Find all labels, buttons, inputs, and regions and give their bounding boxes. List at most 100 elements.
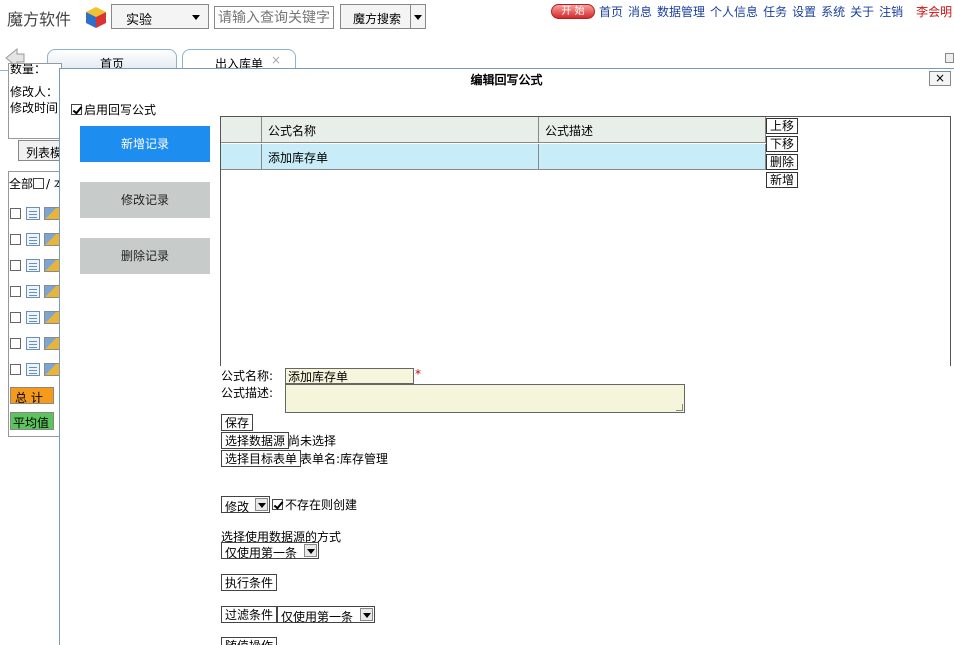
- select-target-form-button[interactable]: 选择目标表单: [221, 450, 302, 467]
- edit-record-button[interactable]: 修改记录: [80, 182, 210, 218]
- list-item: [10, 363, 62, 377]
- column-header-name: 公式名称: [261, 117, 538, 143]
- detail-icon[interactable]: [26, 259, 40, 272]
- select-all-checkbox[interactable]: [33, 178, 45, 189]
- table-row[interactable]: 添加库存单: [221, 144, 766, 170]
- list-item: [10, 207, 62, 221]
- nav-profile-link[interactable]: 个人信息: [710, 5, 758, 19]
- filter-usage-value: 仅使用第一条: [281, 610, 354, 624]
- resize-grip-icon[interactable]: [676, 404, 683, 411]
- app-logo-text: 魔方软件: [7, 10, 72, 29]
- detail-icon[interactable]: [26, 337, 40, 350]
- detail-icon[interactable]: [26, 207, 40, 220]
- enable-formula-checkbox[interactable]: [71, 104, 82, 115]
- nav-logout-link[interactable]: 注销: [879, 5, 903, 19]
- chevron-down-icon: [192, 15, 200, 20]
- edit-icon[interactable]: [44, 259, 60, 272]
- nav-data-management-link[interactable]: 数据管理: [657, 5, 705, 19]
- move-down-button[interactable]: 下移: [766, 136, 798, 152]
- edit-icon[interactable]: [44, 233, 60, 246]
- operation-mode-value: 修改: [225, 500, 250, 514]
- start-button[interactable]: 开 始: [551, 4, 595, 19]
- follow-operation-button[interactable]: 随值操作: [221, 637, 278, 645]
- chevron-down-icon: [414, 15, 422, 20]
- delete-record-button[interactable]: 删除记录: [80, 238, 210, 274]
- record-info-box: 数量： 修改人： 修改时间: [8, 63, 62, 139]
- usage-mode-select[interactable]: 仅使用第一条: [221, 542, 319, 560]
- move-up-button[interactable]: 上移: [766, 118, 798, 134]
- detail-icon[interactable]: [26, 233, 40, 246]
- enable-formula-label: 启用回写公式: [84, 103, 157, 117]
- list-item: [10, 259, 62, 273]
- chevron-down-icon: [304, 544, 317, 557]
- search-button[interactable]: 魔方搜索: [340, 4, 411, 29]
- module-select[interactable]: 实验: [111, 4, 209, 29]
- window-restore-icon[interactable]: [945, 53, 954, 63]
- total-label: 总 计: [10, 387, 54, 404]
- row-checkbox[interactable]: [10, 234, 21, 245]
- list-item: [10, 285, 62, 299]
- dialog-title: 编辑回写公式: [470, 73, 543, 87]
- row-checkbox[interactable]: [10, 338, 21, 349]
- formula-description-label: 公式描述:: [221, 386, 274, 400]
- dialog-close-button[interactable]: ×: [929, 71, 951, 86]
- row-checkbox[interactable]: [10, 286, 21, 297]
- top-nav: 首页 消息 数据管理 个人信息 任务 设置 系统 关于 注销 李会明: [599, 3, 954, 20]
- cube-logo-icon: [86, 7, 106, 28]
- edit-icon[interactable]: [44, 285, 60, 298]
- execute-condition-button[interactable]: 执行条件: [221, 574, 278, 591]
- info-modified-by: 修改人：: [10, 85, 59, 99]
- filter-usage-select[interactable]: 仅使用第一条: [277, 606, 375, 624]
- operation-mode-select[interactable]: 修改: [221, 496, 270, 514]
- info-quantity: 数量：: [10, 63, 47, 76]
- create-if-missing-label: 不存在则创建: [285, 498, 358, 512]
- nav-tasks-link[interactable]: 任务: [763, 5, 787, 19]
- nav-about-link[interactable]: 关于: [850, 5, 874, 19]
- edit-icon[interactable]: [44, 311, 60, 324]
- formula-description-textarea[interactable]: [285, 384, 685, 413]
- list-item: [10, 233, 62, 247]
- row-checkbox[interactable]: [10, 364, 21, 375]
- edit-icon[interactable]: [44, 363, 60, 376]
- detail-icon[interactable]: [26, 285, 40, 298]
- current-user-name[interactable]: 李会明: [916, 5, 952, 19]
- list-item: [10, 337, 62, 351]
- chevron-down-icon: [255, 498, 268, 511]
- search-options-dropdown[interactable]: [410, 4, 426, 29]
- formula-name-cell: 添加库存单: [261, 144, 538, 170]
- save-button[interactable]: 保存: [221, 414, 254, 431]
- add-row-button[interactable]: 新增: [766, 172, 798, 188]
- average-label: 平均值: [10, 412, 54, 430]
- list-item: [10, 311, 62, 325]
- edit-icon[interactable]: [44, 337, 60, 350]
- list-template-button[interactable]: 列表模: [18, 140, 63, 161]
- info-modified-time: 修改时间: [10, 101, 59, 115]
- formula-name-label: 公式名称:: [221, 369, 274, 383]
- detail-icon[interactable]: [26, 311, 40, 324]
- select-data-source-button[interactable]: 选择数据源: [221, 432, 290, 449]
- nav-system-link[interactable]: 系统: [821, 5, 845, 19]
- column-header-description: 公式描述: [538, 117, 766, 143]
- row-checkbox[interactable]: [10, 312, 21, 323]
- usage-mode-value: 仅使用第一条: [225, 546, 298, 560]
- add-record-button[interactable]: 新增记录: [80, 126, 210, 162]
- delete-row-button[interactable]: 删除: [766, 154, 798, 170]
- nav-settings-link[interactable]: 设置: [792, 5, 816, 19]
- create-if-missing-option[interactable]: 不存在则创建: [272, 496, 357, 513]
- filter-condition-button[interactable]: 过滤条件: [221, 606, 278, 623]
- search-input[interactable]: [214, 6, 334, 29]
- enable-formula-option[interactable]: 启用回写公式: [71, 101, 156, 118]
- required-mark: *: [415, 367, 421, 381]
- row-checkbox[interactable]: [10, 208, 21, 219]
- formula-name-input[interactable]: [285, 368, 414, 384]
- nav-messages-link[interactable]: 消息: [628, 5, 652, 19]
- nav-home-link[interactable]: 首页: [599, 5, 623, 19]
- edit-icon[interactable]: [44, 207, 60, 220]
- chevron-down-icon: [360, 608, 373, 621]
- grid-header-row: 公式名称 公式描述: [221, 117, 766, 143]
- create-if-missing-checkbox[interactable]: [272, 499, 283, 510]
- formula-description-cell: [538, 144, 766, 170]
- detail-icon[interactable]: [26, 363, 40, 376]
- row-checkbox[interactable]: [10, 260, 21, 271]
- close-icon[interactable]: ×: [271, 53, 281, 67]
